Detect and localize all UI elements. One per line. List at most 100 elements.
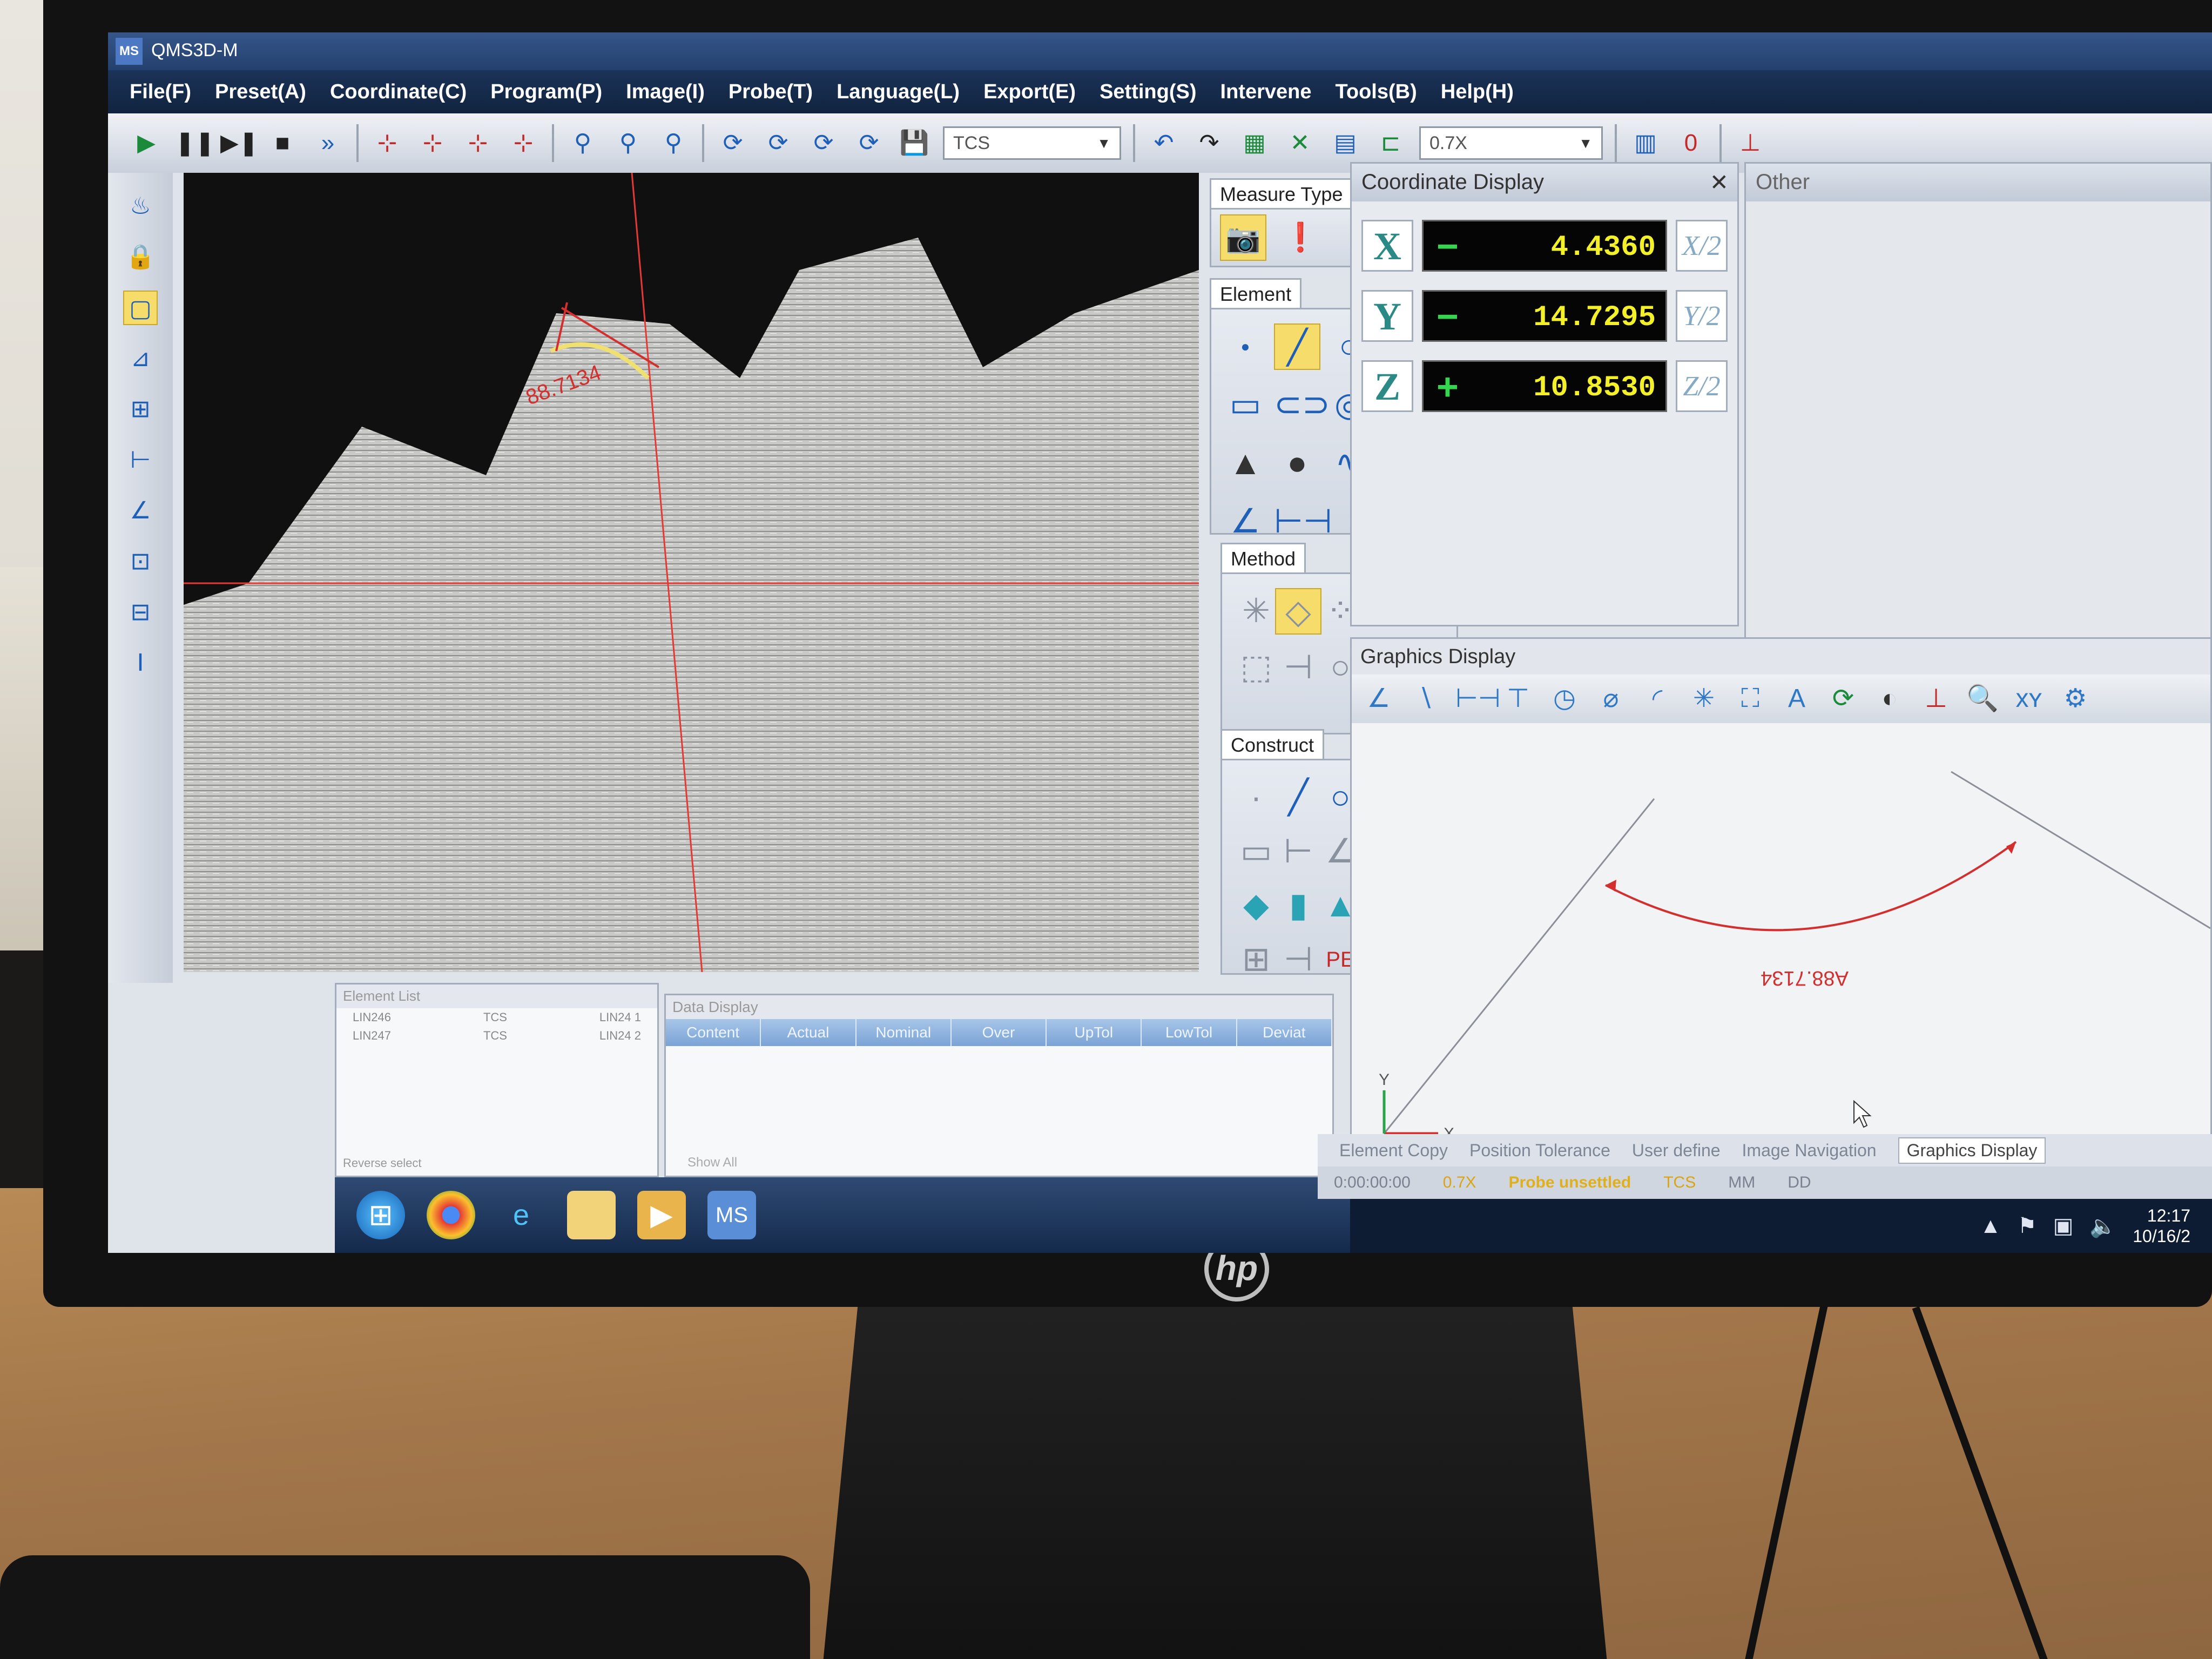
array-icon[interactable]: ⊟ [123,595,158,630]
graphics-canvas[interactable]: A88.7134 X Y [1352,723,2210,1188]
clock[interactable]: 12:17 10/16/2 [2133,1205,2190,1246]
ie-icon[interactable]: e [497,1191,545,1239]
camera-icon[interactable]: 📷 [1220,214,1266,261]
qms-taskbar-icon[interactable]: MS [707,1191,756,1239]
media-player-icon[interactable]: ▶ [637,1191,686,1239]
gfx-zoom-fit-icon[interactable]: ⛶ [1734,683,1766,715]
column-header[interactable]: LowTol [1142,1019,1237,1046]
align-x-icon[interactable]: ⚲ [611,126,645,160]
rotate-a-icon[interactable]: ⟳ [716,126,750,160]
axis-x-button[interactable]: X [1361,220,1413,272]
gfx-slope-icon[interactable]: ∖ [1409,683,1441,715]
start-button-icon[interactable]: ⊞ [356,1191,405,1239]
report-icon[interactable]: ▤ [1328,126,1362,160]
menu-preset[interactable]: Preset(A) [215,80,306,104]
half-z-button[interactable]: Z/2 [1676,360,1728,412]
probe-icon[interactable]: ❗ [1277,214,1324,261]
tab-element-copy[interactable]: Element Copy [1339,1141,1448,1161]
grid-icon[interactable]: ⊞ [123,392,158,427]
tab-position-tolerance[interactable]: Position Tolerance [1469,1141,1610,1161]
edge-icon[interactable]: ⊿ [123,341,158,376]
z-zero-icon[interactable]: ⊹ [507,126,540,160]
angle-icon[interactable]: ∠ [123,494,158,528]
origin-icon[interactable]: ⊹ [370,126,404,160]
construct-distance-icon[interactable]: ⊢ [1275,828,1321,875]
cone-icon[interactable]: ▲ [1222,440,1269,487]
save-icon[interactable]: 💾 [898,126,931,160]
menu-image[interactable]: Image(I) [626,80,705,104]
gfx-intersect-icon[interactable]: ✳ [1688,683,1720,715]
folder-icon[interactable] [567,1191,616,1239]
gfx-arc-icon[interactable]: ◜ [1641,683,1674,715]
tab-image-navigation[interactable]: Image Navigation [1742,1141,1877,1161]
menu-probe[interactable]: Probe(T) [729,80,813,104]
column-header[interactable]: Over [952,1019,1047,1046]
menu-setting[interactable]: Setting(S) [1100,80,1196,104]
chart-icon[interactable]: ▦ [1238,126,1271,160]
axis-arrow-icon[interactable]: ⊥ [1734,126,1767,160]
stop-icon[interactable]: ■ [266,126,299,160]
menu-language[interactable]: Language(L) [837,80,960,104]
frame-icon[interactable]: ▢ [123,291,158,325]
rotate-y-icon[interactable]: ⟳ [807,126,840,160]
half-x-button[interactable]: X/2 [1676,220,1728,272]
gfx-xy-icon[interactable]: xʏ [2013,683,2045,715]
flag-icon[interactable]: ⚑ [2018,1213,2037,1238]
gfx-axis-icon[interactable]: ⊥ [1920,683,1952,715]
gfx-text-icon[interactable]: A [1781,683,1813,715]
menu-program[interactable]: Program(P) [490,80,602,104]
tab-user-define[interactable]: User define [1632,1141,1721,1161]
box-method-icon[interactable]: ⬚ [1233,644,1279,691]
fast-forward-icon[interactable]: » [311,126,345,160]
column-header[interactable]: Actual [761,1019,857,1046]
table-row[interactable]: LIN246 TCS LIN24 1 [336,1008,657,1027]
slot-icon[interactable]: ⊂⊃ [1274,382,1330,428]
auto-edge-icon[interactable]: ✳ [1233,588,1279,635]
menu-coordinate[interactable]: Coordinate(C) [330,80,467,104]
close-icon[interactable]: ✕ [1710,169,1729,195]
pattern-icon[interactable]: ⊡ [123,544,158,579]
half-y-button[interactable]: Y/2 [1676,290,1728,342]
table-icon[interactable]: ▥ [1629,126,1662,160]
column-header[interactable]: Content [666,1019,761,1046]
gfx-refresh-icon[interactable]: ⟳ [1827,683,1859,715]
menu-export[interactable]: Export(E) [983,80,1076,104]
undo-icon[interactable]: ↶ [1147,126,1181,160]
bracket-icon[interactable]: ⊏ [1374,126,1407,160]
pause-icon[interactable]: ❚❚ [175,126,215,160]
show-all-checkbox[interactable]: Show All [687,1155,737,1170]
gfx-settings-icon[interactable]: ⚙ [2059,683,2092,715]
area-method-icon[interactable]: ◇ [1275,588,1321,635]
gfx-zoom-icon[interactable]: 🔍 [1966,683,1999,715]
construct-width-icon[interactable]: ⊣ [1275,936,1321,983]
column-header[interactable]: UpTol [1047,1019,1142,1046]
construct-plane-icon[interactable]: ◆ [1233,882,1279,929]
menu-intervene[interactable]: Intervene [1220,80,1312,104]
gfx-view-icon[interactable]: ◐ [1873,683,1906,715]
axis-z-button[interactable]: Z [1361,360,1413,412]
column-header[interactable]: Deviat [1237,1019,1332,1046]
x-zero-icon[interactable]: ⊹ [416,126,449,160]
sphere-icon[interactable]: ● [1274,440,1320,487]
construct-point-icon[interactable]: · [1233,774,1279,821]
angle-tool-icon[interactable]: ∠ [1222,498,1269,545]
rectangle-icon[interactable]: ▭ [1222,382,1269,428]
coord-system-select[interactable]: TCS ▼ [943,126,1121,160]
gfx-diameter-icon[interactable]: ⌀ [1595,683,1627,715]
gfx-hdistance-icon[interactable]: ⊢⊣ [1455,683,1501,715]
network-icon[interactable]: ▣ [2053,1213,2074,1238]
construct-grid-icon[interactable]: ⊞ [1233,936,1279,983]
align-y-icon[interactable]: ⚲ [657,126,690,160]
height-icon[interactable]: Ⅰ [123,646,158,680]
lock-icon[interactable]: 🔒 [123,240,158,274]
rotate-x-icon[interactable]: ⟳ [761,126,795,160]
rotate-z-icon[interactable]: ⟳ [852,126,886,160]
camera-view[interactable]: 88.7134 [184,173,1199,972]
table-row[interactable]: LIN247 TCS LIN24 2 [336,1027,657,1045]
y-zero-icon[interactable]: ⊹ [461,126,495,160]
align-icon[interactable]: ⚲ [566,126,599,160]
width-icon[interactable]: ⊢⊣ [1274,498,1332,545]
chrome-icon[interactable] [427,1191,475,1239]
construct-line-icon[interactable]: ╱ [1275,774,1321,821]
menu-file[interactable]: File(F) [130,80,191,104]
